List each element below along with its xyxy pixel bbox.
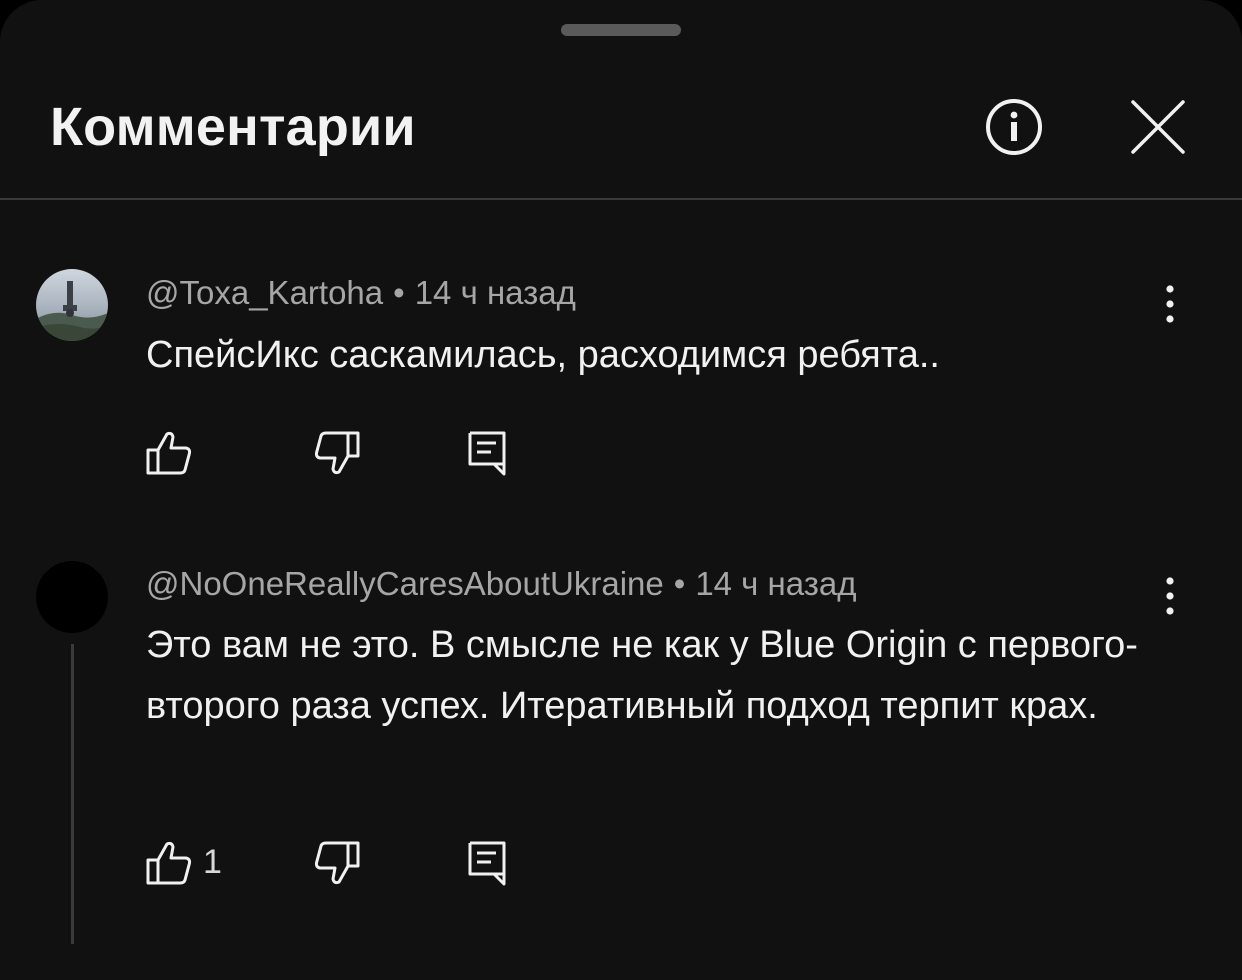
meta-separator: • — [673, 565, 686, 602]
like-button[interactable] — [144, 428, 194, 478]
reply-comment-icon — [468, 841, 506, 886]
reply-button[interactable] — [463, 838, 513, 888]
comment-meta: @Toxa_Kartoha • 14 ч назад — [146, 274, 576, 312]
comment-meta: @NoOneReallyCaresAboutUkraine • 14 ч назад — [146, 565, 857, 603]
thumbs-down-icon — [314, 841, 360, 885]
reply-comment-icon — [468, 431, 506, 476]
info-button[interactable] — [984, 97, 1044, 157]
dislike-button[interactable] — [312, 838, 362, 888]
header-divider — [0, 198, 1242, 200]
comment-text: СпейсИкс саскамилась, расходимся ребята.… — [146, 334, 940, 376]
comments-sheet: Комментарии @Toxa_Kartoha • 14 ч назад С… — [0, 0, 1242, 980]
like-count: 1 — [203, 843, 222, 881]
comment-time: 14 ч назад — [414, 274, 576, 311]
comment-menu-button[interactable] — [1150, 572, 1190, 622]
more-vert-icon — [1166, 577, 1174, 615]
meta-separator: • — [393, 274, 405, 311]
comment-author[interactable]: @Toxa_Kartoha — [146, 274, 383, 311]
comment-text: Это вам не это. В смысле не как у Blue O… — [146, 624, 1138, 727]
photo-avatar-icon — [36, 269, 108, 341]
thread-line — [71, 644, 74, 944]
comment-time: 14 ч назад — [695, 565, 857, 602]
avatar[interactable] — [36, 269, 108, 341]
comment-menu-button[interactable] — [1150, 280, 1190, 330]
thumbs-up-icon — [146, 431, 192, 475]
close-icon — [1131, 100, 1185, 154]
more-vert-icon — [1166, 285, 1174, 323]
thumbs-up-icon — [146, 841, 192, 885]
thumbs-down-icon — [314, 431, 360, 475]
reply-button[interactable] — [463, 428, 513, 478]
info-circle-icon — [986, 99, 1042, 155]
dislike-button[interactable] — [312, 428, 362, 478]
comment-author[interactable]: @NoOneReallyCaresAboutUkraine — [146, 565, 664, 602]
close-button[interactable] — [1128, 97, 1188, 157]
avatar[interactable] — [36, 561, 108, 633]
drag-handle[interactable] — [561, 24, 681, 36]
like-button[interactable] — [144, 838, 194, 888]
page-title: Комментарии — [50, 97, 416, 157]
